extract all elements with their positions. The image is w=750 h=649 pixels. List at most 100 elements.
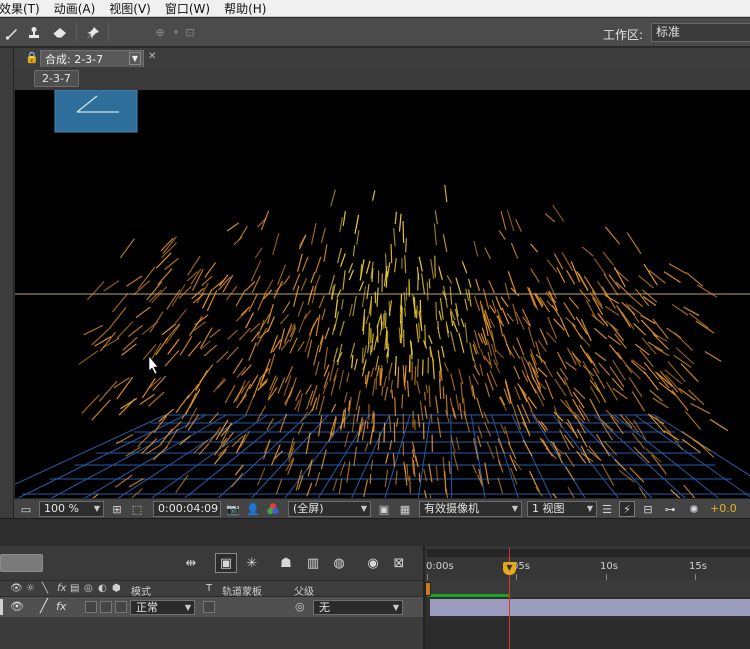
time-ruler[interactable]: 0:00s 05s 10s 15s bbox=[424, 546, 750, 580]
mini-flowchart-icon[interactable]: ⇹ bbox=[180, 553, 202, 573]
particle bbox=[473, 241, 479, 257]
particle bbox=[103, 280, 120, 292]
breadcrumb[interactable]: 2-3-7 bbox=[34, 70, 79, 87]
shy-column-icon[interactable]: ╲ bbox=[42, 583, 48, 594]
particle bbox=[437, 350, 442, 372]
particle bbox=[443, 362, 449, 372]
particle bbox=[310, 272, 316, 283]
timeline-graph[interactable] bbox=[424, 580, 750, 649]
camera-select[interactable]: 有效摄像机 ▼ bbox=[419, 501, 522, 517]
channel-rgb-icon[interactable] bbox=[265, 501, 281, 517]
pixel-aspect-icon[interactable]: ☰ bbox=[599, 501, 615, 517]
work-area-track[interactable] bbox=[427, 549, 750, 557]
menu-view[interactable]: 视图(V) bbox=[109, 0, 151, 17]
grid-guide-icon[interactable]: ⊞ bbox=[109, 501, 125, 517]
work-area-start-handle[interactable] bbox=[425, 582, 431, 596]
mask-visibility-icon[interactable]: ⬚ bbox=[129, 501, 145, 517]
menu-window[interactable]: 窗口(W) bbox=[165, 0, 210, 17]
solo-column-icon[interactable]: ☼ bbox=[26, 583, 35, 594]
graph-editor-icon[interactable]: ◉ bbox=[362, 553, 384, 573]
menu-effects[interactable]: 效果(T) bbox=[0, 0, 40, 17]
view-layout-select[interactable]: 1 视图 ▼ bbox=[527, 501, 597, 517]
particle bbox=[484, 383, 491, 398]
menu-animation[interactable]: 动画(A) bbox=[54, 0, 96, 17]
adjustment-checkbox[interactable] bbox=[115, 601, 127, 613]
motion-blur-checkbox[interactable] bbox=[100, 601, 112, 613]
composition-viewer[interactable] bbox=[15, 90, 750, 498]
close-icon[interactable]: ✕ bbox=[148, 51, 156, 62]
camera-snapshot-icon[interactable]: 📷 bbox=[225, 501, 241, 517]
layer-duration-bar[interactable] bbox=[430, 599, 750, 616]
3d-layer-column-icon[interactable]: ⬢ bbox=[112, 583, 121, 594]
zoom-select[interactable]: 100 % ▼ bbox=[39, 501, 104, 517]
particle bbox=[220, 422, 232, 444]
column-trkmat[interactable]: 轨道蒙板 bbox=[222, 583, 262, 598]
eraser-icon[interactable] bbox=[50, 23, 70, 42]
particle bbox=[344, 431, 350, 448]
particle bbox=[232, 358, 244, 374]
brainstorm-icon[interactable]: ⊠ bbox=[388, 553, 410, 573]
frame-blending-icon[interactable]: ▥ bbox=[302, 553, 324, 573]
puppet-pin-icon[interactable] bbox=[83, 23, 103, 42]
menu-help[interactable]: 帮助(H) bbox=[224, 0, 266, 17]
fx-column-icon[interactable]: fx bbox=[57, 583, 66, 594]
motion-blur-icon[interactable]: ◍ bbox=[328, 553, 350, 573]
flowchart-icon[interactable]: ⊶ bbox=[662, 501, 678, 517]
layer-row[interactable]: 👁 ╱ fx 正常 ▼ ◎ 无 ▼ bbox=[0, 597, 424, 618]
particle bbox=[238, 327, 251, 341]
particle bbox=[473, 365, 481, 376]
region-of-interest-icon[interactable]: ▣ bbox=[376, 501, 392, 517]
particle bbox=[438, 379, 442, 400]
chevron-down-icon[interactable]: ▼ bbox=[129, 52, 141, 65]
fast-previews-icon[interactable]: ⚡ bbox=[619, 501, 635, 517]
live-update-icon[interactable]: ▣ bbox=[215, 553, 237, 573]
parent-select[interactable]: 无 ▼ bbox=[313, 600, 403, 615]
timeline-icon[interactable]: ⊟ bbox=[640, 501, 656, 517]
particle bbox=[330, 189, 336, 207]
work-area-bar[interactable] bbox=[428, 594, 510, 597]
particle bbox=[498, 230, 506, 240]
preserve-transparency-checkbox[interactable] bbox=[203, 601, 215, 613]
current-time[interactable]: 0:00:04:09 bbox=[153, 501, 221, 517]
lock-icon[interactable]: 🔒 bbox=[25, 51, 39, 64]
particle bbox=[638, 275, 654, 289]
particle bbox=[419, 400, 424, 421]
exposure-reset-icon[interactable]: ✺ bbox=[686, 501, 702, 517]
always-preview-icon[interactable]: ▭ bbox=[18, 501, 34, 517]
particle bbox=[209, 328, 221, 339]
column-t[interactable]: T bbox=[206, 583, 212, 594]
particle bbox=[405, 238, 407, 253]
adjustment-column-icon[interactable]: ◐ bbox=[98, 583, 107, 594]
axis-view-icon[interactable]: ⊡ bbox=[180, 23, 200, 42]
show-snapshot-icon[interactable]: 👤 bbox=[245, 501, 261, 517]
column-mode[interactable]: 模式 bbox=[131, 583, 151, 598]
draft-3d-icon[interactable]: ✳ bbox=[241, 553, 263, 573]
eye-column-icon[interactable]: 👁 bbox=[10, 583, 23, 594]
particle bbox=[348, 304, 353, 317]
frame-blend-column-icon[interactable]: ▤ bbox=[70, 583, 79, 594]
column-parent[interactable]: 父级 bbox=[294, 583, 314, 598]
effect-switch-icon[interactable]: fx bbox=[56, 600, 66, 613]
tab-composition[interactable]: 合成: 2-3-7 ▼ bbox=[40, 50, 144, 67]
brush-icon[interactable] bbox=[2, 23, 22, 42]
stamp-icon[interactable] bbox=[24, 23, 44, 42]
exposure-value[interactable]: +0.0 bbox=[710, 502, 737, 515]
particle bbox=[126, 275, 143, 287]
frame-blend-checkbox[interactable] bbox=[85, 601, 97, 613]
timeline-splitter[interactable] bbox=[423, 546, 425, 649]
particle bbox=[305, 432, 311, 455]
layer-label-color[interactable] bbox=[0, 599, 3, 615]
eye-icon[interactable]: 👁 bbox=[10, 600, 24, 613]
search-input[interactable] bbox=[0, 554, 43, 572]
quality-switch-icon[interactable]: ╱ bbox=[40, 599, 48, 614]
workspace-select[interactable]: 标准 bbox=[651, 23, 750, 42]
particle bbox=[366, 284, 370, 300]
resolution-select[interactable]: (全屏) ▼ bbox=[288, 501, 371, 517]
hide-shy-icon[interactable]: ☗ bbox=[275, 553, 297, 573]
blend-mode-select[interactable]: 正常 ▼ bbox=[130, 600, 195, 615]
workspace-label: 工作区: bbox=[603, 28, 644, 42]
playhead-handle[interactable]: ▼ bbox=[503, 562, 516, 575]
motion-blur-column-icon[interactable]: ◎ bbox=[84, 583, 93, 594]
transparency-grid-icon[interactable]: ▦ bbox=[397, 501, 413, 517]
pick-whip-icon[interactable]: ◎ bbox=[295, 600, 305, 613]
